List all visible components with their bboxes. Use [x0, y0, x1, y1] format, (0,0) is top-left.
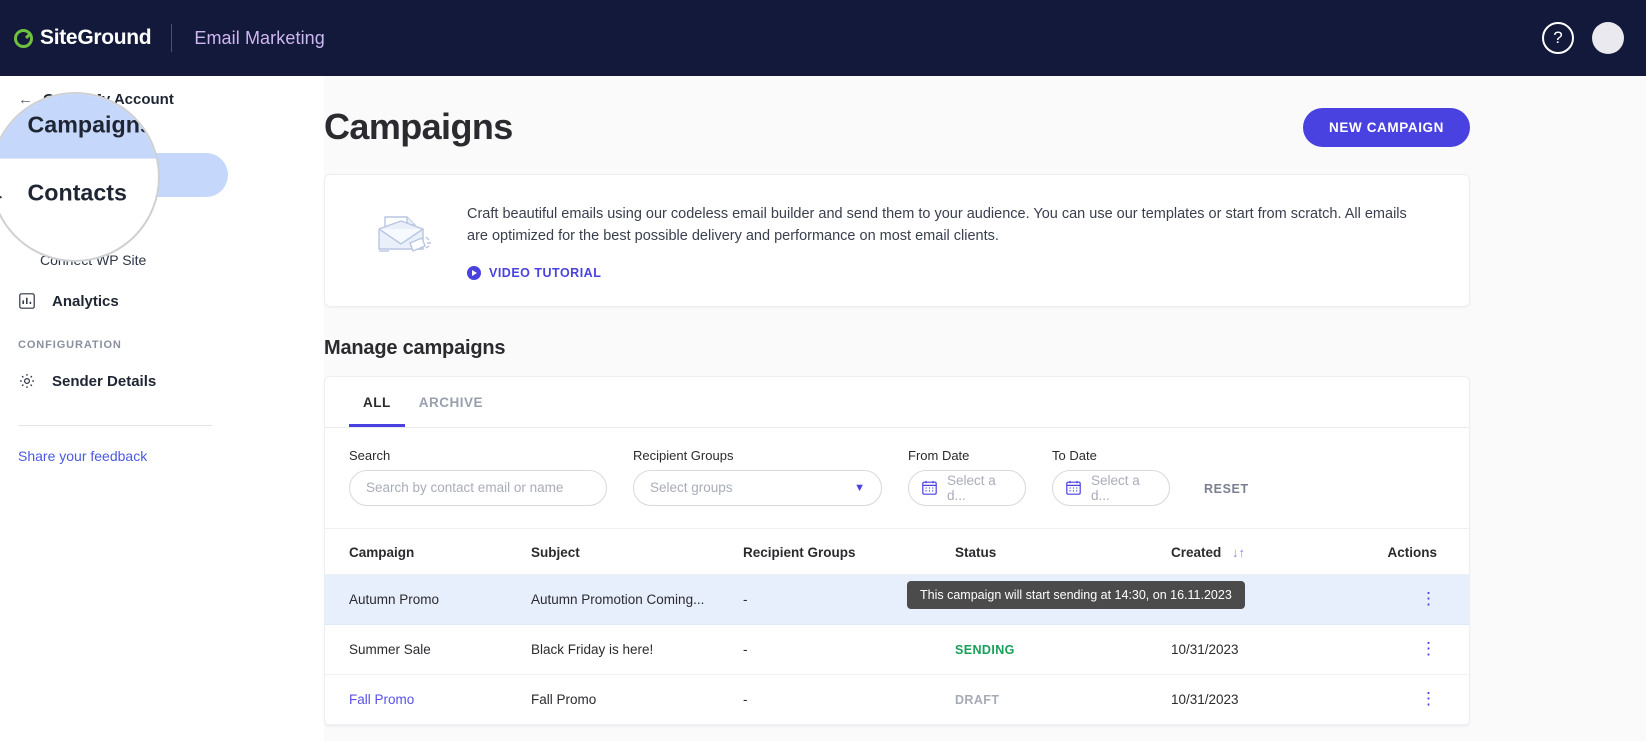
reset-button[interactable]: RESET [1204, 482, 1249, 506]
cell-actions: ⋮ [1371, 674, 1469, 725]
campaigns-table: Campaign Subject Recipient Groups Status… [325, 528, 1469, 725]
cell-campaign: Autumn Promo [325, 574, 531, 625]
sidebar-item-contacts[interactable]: Contacts [0, 197, 228, 241]
search-field-group: Search Search by contact email or name [349, 448, 607, 506]
main-content: Campaigns NEW CAMPAIGN Craft beautiful e… [324, 76, 1646, 741]
calendar-icon [922, 480, 937, 496]
brand-name: SiteGround [40, 26, 152, 49]
new-campaign-button[interactable]: NEW CAMPAIGN [1303, 107, 1470, 147]
envelope-megaphone-illustration [371, 203, 433, 264]
status-tooltip: This campaign will start sending at 14:3… [907, 581, 1245, 609]
filter-bar: Search Search by contact email or name R… [325, 428, 1469, 529]
from-date-label: From Date [908, 447, 970, 463]
header-actions: Actions [1371, 528, 1469, 575]
status-badge: SENDING [955, 642, 1015, 657]
avatar[interactable] [1592, 22, 1624, 54]
header-status[interactable]: Status [955, 528, 1171, 575]
header-created[interactable]: Created ↓↑ [1171, 528, 1371, 575]
cell-recipient-groups: - [743, 624, 955, 675]
from-date-input[interactable]: Select a d... [908, 469, 1026, 506]
siteground-logo[interactable]: SiteGround [14, 26, 152, 50]
tab-bar: ALL ARCHIVE [325, 377, 1469, 428]
cell-actions: ⋮ [1371, 574, 1469, 625]
arrow-left-icon: ← [18, 91, 33, 108]
play-icon [467, 265, 481, 280]
top-bar: SiteGround Email Marketing ? [0, 0, 1646, 76]
contacts-icon [18, 210, 36, 228]
video-tutorial-link[interactable]: VIDEO TUTORIAL [467, 265, 1422, 280]
table-row[interactable]: Summer Sale Black Friday is here! - SEND… [325, 624, 1469, 675]
cell-subject: Black Friday is here! [531, 624, 743, 675]
cell-subject: Autumn Promotion Coming... [531, 574, 743, 625]
cell-actions: ⋮ [1371, 624, 1469, 675]
cell-created: 10/31/2023 [1171, 674, 1371, 725]
calendar-icon [1066, 480, 1081, 496]
info-card: Craft beautiful emails using our codeles… [324, 174, 1470, 307]
header-recipient-groups[interactable]: Recipient Groups [743, 528, 955, 575]
to-date-input[interactable]: Select a d... [1052, 469, 1170, 506]
sidebar-item-contacts-label: Contacts [52, 210, 117, 228]
sidebar-section-configuration: CONFIGURATION [18, 339, 122, 351]
sidebar-item-campaigns-label: Campaigns [52, 166, 133, 184]
sidebar-item-campaigns[interactable]: Campaigns [0, 153, 228, 197]
video-tutorial-label: VIDEO TUTORIAL [489, 265, 602, 280]
to-date-field-group: To Date Select a d... [1052, 448, 1170, 506]
info-card-text: Craft beautiful emails using our codeles… [467, 206, 1407, 245]
recipient-groups-select[interactable]: Select groups ▼ [633, 469, 882, 506]
header-divider [171, 24, 173, 52]
table-row[interactable]: Autumn Promo Autumn Promotion Coming... … [325, 574, 1469, 625]
go-to-my-account-label: Go To My Account [43, 91, 174, 108]
go-to-my-account-link[interactable]: ← Go To My Account [0, 82, 324, 117]
table-header-row: Campaign Subject Recipient Groups Status… [325, 528, 1469, 575]
campaigns-panel: ALL ARCHIVE Search Search by contact ema… [324, 375, 1470, 726]
cell-created: 10/31/2023 [1171, 624, 1371, 675]
to-date-label: To Date [1052, 447, 1097, 463]
tab-all[interactable]: ALL [349, 377, 405, 427]
page-title: Campaigns [324, 106, 513, 147]
kebab-menu-icon[interactable]: ⋮ [1420, 689, 1437, 708]
chart-icon [18, 292, 36, 310]
sidebar: ← Go To My Account PLATFORM Campaigns Co… [0, 76, 324, 741]
tab-archive[interactable]: ARCHIVE [405, 377, 497, 427]
product-name: Email Marketing [194, 27, 325, 48]
cell-status: SENDING [955, 624, 1171, 675]
cell-campaign: Summer Sale [325, 624, 531, 675]
sidebar-item-analytics[interactable]: Analytics [0, 279, 228, 323]
cell-subject: Fall Promo [531, 674, 743, 725]
sidebar-item-sender-details-label: Sender Details [52, 372, 157, 390]
sidebar-section-platform: PLATFORM [18, 133, 86, 145]
share-feedback-link[interactable]: Share your feedback [0, 426, 324, 464]
header-campaign[interactable]: Campaign [325, 528, 531, 575]
header-subject[interactable]: Subject [531, 528, 743, 575]
search-input[interactable]: Search by contact email or name [349, 469, 607, 506]
manage-campaigns-heading: Manage campaigns [324, 336, 506, 359]
chevron-down-icon: ▼ [854, 481, 865, 494]
from-date-field-group: From Date Select a d... [908, 448, 1026, 506]
kebab-menu-icon[interactable]: ⋮ [1420, 639, 1437, 658]
sort-icon[interactable]: ↓↑ [1232, 545, 1245, 560]
table-row[interactable]: Fall Promo Fall Promo - DRAFT 10/31/2023… [325, 674, 1469, 725]
header-actions: ? [1542, 22, 1624, 54]
page-header: Campaigns NEW CAMPAIGN [324, 106, 1470, 148]
search-label: Search [349, 447, 391, 463]
recipient-groups-label: Recipient Groups [633, 447, 734, 463]
to-date-value: Select a d... [1091, 472, 1140, 503]
sidebar-item-analytics-label: Analytics [52, 292, 119, 310]
status-badge: DRAFT [955, 692, 1000, 707]
sidebar-item-connect-wp-site[interactable]: Connect WP Site [0, 241, 324, 279]
siteground-logo-icon [14, 28, 33, 48]
sidebar-item-sender-details[interactable]: Sender Details [0, 359, 228, 403]
kebab-menu-icon[interactable]: ⋮ [1420, 589, 1437, 608]
cell-recipient-groups: - [743, 674, 955, 725]
from-date-value: Select a d... [947, 472, 996, 503]
gear-icon [18, 372, 36, 390]
help-icon[interactable]: ? [1542, 22, 1574, 54]
cell-campaign[interactable]: Fall Promo [325, 674, 531, 725]
cell-status: DRAFT [955, 674, 1171, 725]
recipient-groups-field-group: Recipient Groups Select groups ▼ [633, 448, 882, 506]
header-created-label: Created [1171, 544, 1222, 560]
envelope-icon [18, 166, 36, 184]
recipient-groups-value: Select groups [650, 480, 733, 496]
